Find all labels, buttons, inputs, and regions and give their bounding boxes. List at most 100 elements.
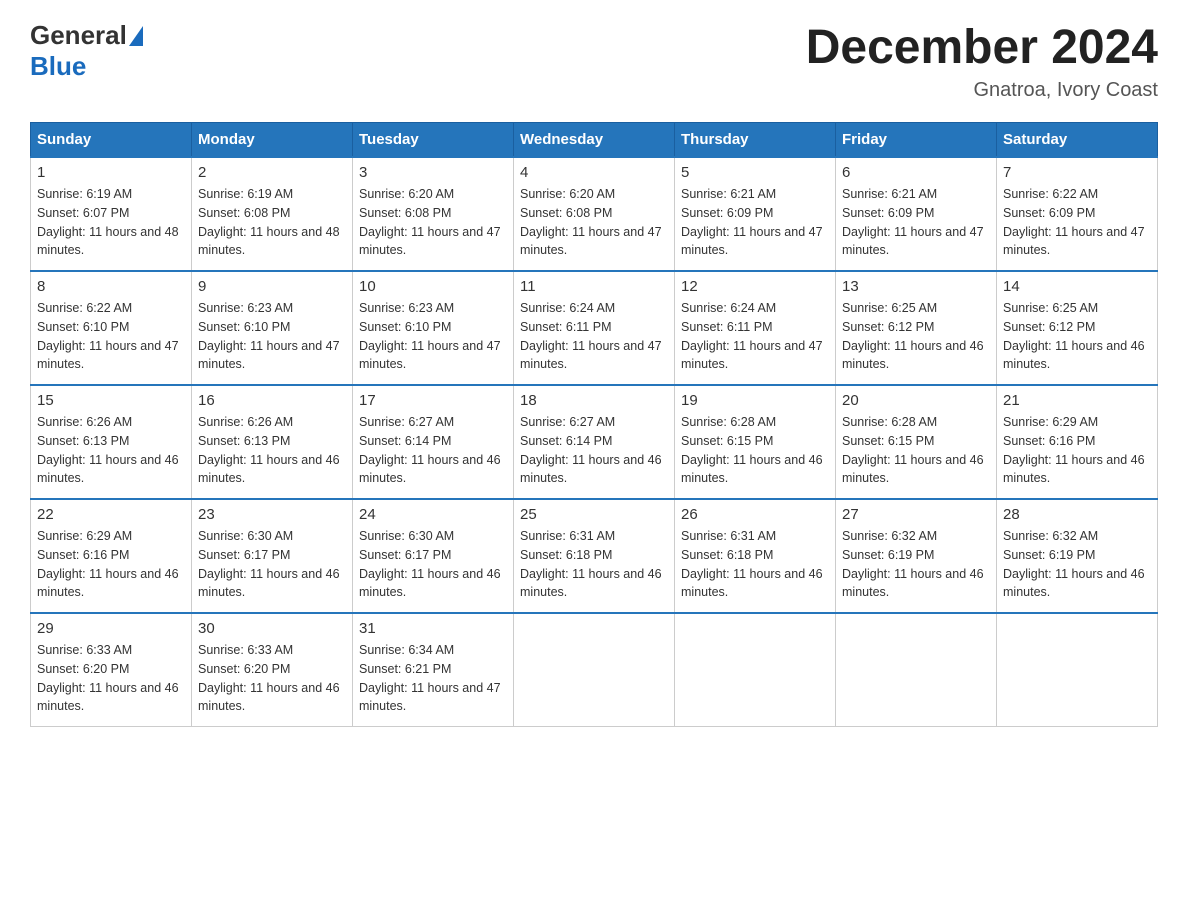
day-info: Sunrise: 6:26 AMSunset: 6:13 PMDaylight:… <box>198 413 346 488</box>
month-title: December 2024 <box>806 20 1158 75</box>
day-info: Sunrise: 6:19 AMSunset: 6:07 PMDaylight:… <box>37 185 185 260</box>
day-info: Sunrise: 6:33 AMSunset: 6:20 PMDaylight:… <box>37 641 185 716</box>
day-number: 22 <box>37 506 185 523</box>
weekday-header-monday: Monday <box>192 123 353 158</box>
day-cell-23: 23 Sunrise: 6:30 AMSunset: 6:17 PMDayligh… <box>192 499 353 613</box>
day-cell-5: 5 Sunrise: 6:21 AMSunset: 6:09 PMDaylight… <box>675 157 836 271</box>
day-info: Sunrise: 6:23 AMSunset: 6:10 PMDaylight:… <box>359 299 507 374</box>
day-number: 10 <box>359 278 507 295</box>
day-cell-10: 10 Sunrise: 6:23 AMSunset: 6:10 PMDayligh… <box>353 271 514 385</box>
day-number: 25 <box>520 506 668 523</box>
day-info: Sunrise: 6:32 AMSunset: 6:19 PMDaylight:… <box>842 527 990 602</box>
day-cell-18: 18 Sunrise: 6:27 AMSunset: 6:14 PMDayligh… <box>514 385 675 499</box>
day-info: Sunrise: 6:23 AMSunset: 6:10 PMDaylight:… <box>198 299 346 374</box>
day-cell-28: 28 Sunrise: 6:32 AMSunset: 6:19 PMDayligh… <box>997 499 1158 613</box>
weekday-header-friday: Friday <box>836 123 997 158</box>
day-number: 18 <box>520 392 668 409</box>
day-info: Sunrise: 6:29 AMSunset: 6:16 PMDaylight:… <box>37 527 185 602</box>
day-info: Sunrise: 6:20 AMSunset: 6:08 PMDaylight:… <box>359 185 507 260</box>
day-info: Sunrise: 6:22 AMSunset: 6:10 PMDaylight:… <box>37 299 185 374</box>
day-cell-9: 9Sunrise: 6:23 AMSunset: 6:10 PMDaylight… <box>192 271 353 385</box>
empty-cell-4-3 <box>514 613 675 727</box>
day-cell-20: 20 Sunrise: 6:28 AMSunset: 6:15 PMDayligh… <box>836 385 997 499</box>
day-number: 20 <box>842 392 990 409</box>
weekday-header-thursday: Thursday <box>675 123 836 158</box>
day-cell-2: 2 Sunrise: 6:19 AMSunset: 6:08 PMDaylight… <box>192 157 353 271</box>
calendar-body: 1 Sunrise: 6:19 AMSunset: 6:07 PMDaylight… <box>31 157 1158 727</box>
empty-cell-4-4 <box>675 613 836 727</box>
weekday-header-saturday: Saturday <box>997 123 1158 158</box>
day-info: Sunrise: 6:27 AMSunset: 6:14 PMDaylight:… <box>520 413 668 488</box>
day-cell-12: 12Sunrise: 6:24 AMSunset: 6:11 PMDayligh… <box>675 271 836 385</box>
day-cell-6: 6Sunrise: 6:21 AMSunset: 6:09 PMDaylight… <box>836 157 997 271</box>
day-cell-26: 26 Sunrise: 6:31 AMSunset: 6:18 PMDayligh… <box>675 499 836 613</box>
week-row-2: 8 Sunrise: 6:22 AMSunset: 6:10 PMDaylight… <box>31 271 1158 385</box>
day-number: 14 <box>1003 278 1151 295</box>
day-info: Sunrise: 6:22 AMSunset: 6:09 PMDaylight:… <box>1003 185 1151 260</box>
calendar-header: SundayMondayTuesdayWednesdayThursdayFrid… <box>31 123 1158 158</box>
logo-arrow-icon <box>129 26 143 46</box>
page-header: General Blue December 2024 Gnatroa, Ivor… <box>30 20 1158 102</box>
day-info: Sunrise: 6:26 AMSunset: 6:13 PMDaylight:… <box>37 413 185 488</box>
calendar-table: SundayMondayTuesdayWednesdayThursdayFrid… <box>30 122 1158 727</box>
day-number: 16 <box>198 392 346 409</box>
day-number: 7 <box>1003 164 1151 181</box>
day-number: 6 <box>842 164 990 181</box>
day-cell-19: 19Sunrise: 6:28 AMSunset: 6:15 PMDayligh… <box>675 385 836 499</box>
day-cell-14: 14Sunrise: 6:25 AMSunset: 6:12 PMDayligh… <box>997 271 1158 385</box>
day-number: 1 <box>37 164 185 181</box>
day-cell-15: 15 Sunrise: 6:26 AMSunset: 6:13 PMDayligh… <box>31 385 192 499</box>
day-info: Sunrise: 6:19 AMSunset: 6:08 PMDaylight:… <box>198 185 346 260</box>
day-cell-25: 25Sunrise: 6:31 AMSunset: 6:18 PMDayligh… <box>514 499 675 613</box>
day-info: Sunrise: 6:32 AMSunset: 6:19 PMDaylight:… <box>1003 527 1151 602</box>
day-number: 19 <box>681 392 829 409</box>
logo-blue-text: Blue <box>30 51 86 81</box>
week-row-3: 15 Sunrise: 6:26 AMSunset: 6:13 PMDayligh… <box>31 385 1158 499</box>
day-cell-7: 7 Sunrise: 6:22 AMSunset: 6:09 PMDaylight… <box>997 157 1158 271</box>
day-cell-21: 21Sunrise: 6:29 AMSunset: 6:16 PMDayligh… <box>997 385 1158 499</box>
day-cell-24: 24Sunrise: 6:30 AMSunset: 6:17 PMDayligh… <box>353 499 514 613</box>
day-cell-13: 13 Sunrise: 6:25 AMSunset: 6:12 PMDayligh… <box>836 271 997 385</box>
day-cell-3: 3Sunrise: 6:20 AMSunset: 6:08 PMDaylight… <box>353 157 514 271</box>
week-row-4: 22 Sunrise: 6:29 AMSunset: 6:16 PMDayligh… <box>31 499 1158 613</box>
day-cell-22: 22 Sunrise: 6:29 AMSunset: 6:16 PMDayligh… <box>31 499 192 613</box>
day-number: 12 <box>681 278 829 295</box>
day-cell-16: 16 Sunrise: 6:26 AMSunset: 6:13 PMDayligh… <box>192 385 353 499</box>
day-number: 29 <box>37 620 185 637</box>
week-row-1: 1 Sunrise: 6:19 AMSunset: 6:07 PMDaylight… <box>31 157 1158 271</box>
day-number: 31 <box>359 620 507 637</box>
day-number: 23 <box>198 506 346 523</box>
day-number: 27 <box>842 506 990 523</box>
day-number: 28 <box>1003 506 1151 523</box>
weekday-header-sunday: Sunday <box>31 123 192 158</box>
logo-general-text: General <box>30 20 127 51</box>
day-number: 5 <box>681 164 829 181</box>
day-number: 21 <box>1003 392 1151 409</box>
day-number: 13 <box>842 278 990 295</box>
day-info: Sunrise: 6:20 AMSunset: 6:08 PMDaylight:… <box>520 185 668 260</box>
day-info: Sunrise: 6:34 AMSunset: 6:21 PMDaylight:… <box>359 641 507 716</box>
day-number: 4 <box>520 164 668 181</box>
day-cell-1: 1 Sunrise: 6:19 AMSunset: 6:07 PMDaylight… <box>31 157 192 271</box>
day-info: Sunrise: 6:25 AMSunset: 6:12 PMDaylight:… <box>842 299 990 374</box>
day-number: 11 <box>520 278 668 295</box>
day-number: 2 <box>198 164 346 181</box>
day-cell-30: 30Sunrise: 6:33 AMSunset: 6:20 PMDayligh… <box>192 613 353 727</box>
day-info: Sunrise: 6:28 AMSunset: 6:15 PMDaylight:… <box>842 413 990 488</box>
day-cell-31: 31 Sunrise: 6:34 AMSunset: 6:21 PMDayligh… <box>353 613 514 727</box>
day-number: 17 <box>359 392 507 409</box>
day-number: 8 <box>37 278 185 295</box>
day-number: 15 <box>37 392 185 409</box>
day-info: Sunrise: 6:30 AMSunset: 6:17 PMDaylight:… <box>359 527 507 602</box>
day-info: Sunrise: 6:33 AMSunset: 6:20 PMDaylight:… <box>198 641 346 716</box>
day-cell-8: 8 Sunrise: 6:22 AMSunset: 6:10 PMDaylight… <box>31 271 192 385</box>
day-info: Sunrise: 6:21 AMSunset: 6:09 PMDaylight:… <box>681 185 829 260</box>
empty-cell-4-6 <box>997 613 1158 727</box>
empty-cell-4-5 <box>836 613 997 727</box>
title-area: December 2024 Gnatroa, Ivory Coast <box>806 20 1158 102</box>
location-label: Gnatroa, Ivory Coast <box>806 79 1158 102</box>
logo: General Blue <box>30 20 145 82</box>
day-info: Sunrise: 6:30 AMSunset: 6:17 PMDaylight:… <box>198 527 346 602</box>
day-info: Sunrise: 6:31 AMSunset: 6:18 PMDaylight:… <box>681 527 829 602</box>
day-number: 26 <box>681 506 829 523</box>
